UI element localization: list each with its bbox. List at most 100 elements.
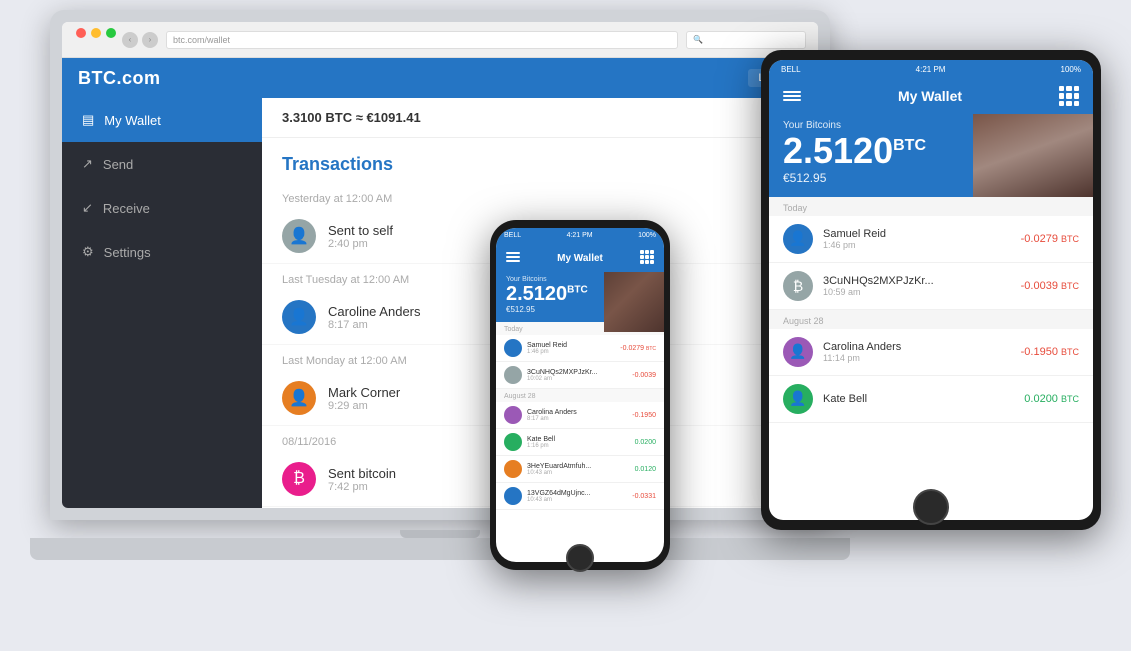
qr-icon[interactable] [640, 250, 654, 264]
tx-avatar-mark: 👤 [282, 381, 316, 415]
wallet-icon: ▤ [82, 112, 94, 128]
tx-avatar-sent-bitcoin: ₿ [282, 462, 316, 496]
settings-icon: ⚙ [82, 244, 94, 260]
tablet-tx-avatar-carolina: 👤 [783, 337, 813, 367]
maximize-button-dot[interactable] [106, 28, 116, 38]
phone-small: BELL 4:21 PM 100% My Wallet [490, 220, 670, 570]
laptop-notch [400, 530, 480, 538]
tablet-tx-amount-address1: -0.0039 BTC [1021, 280, 1079, 292]
tablet-home-button[interactable] [913, 489, 949, 525]
btc-app: BTC.com Logout ▤ My Wallet ↗ Se [62, 58, 818, 508]
tablet-btc-amount: 2.5120BTC [783, 131, 1079, 171]
phone-tx-item-address1[interactable]: 3CuNHQs2MXPJzKr... 10:02 am -0.0039 [496, 362, 664, 389]
transactions-title: Transactions [262, 138, 818, 183]
sidebar-item-settings[interactable]: ⚙ Settings [62, 230, 262, 274]
laptop: ‹ › btc.com/wallet 🔍 BTC.com Logout [50, 10, 830, 560]
tablet-tx-name-kate: Kate Bell [823, 393, 1014, 405]
tablet-tx-time-samuel: 1:46 pm [823, 240, 1011, 250]
phone-tx-amount-kate: 0.0200 [635, 439, 656, 446]
phone-tx-amount-address1: -0.0039 [632, 372, 656, 379]
phone-tx-item-addr2[interactable]: 3HeYEuardAtmfuh... 10:43 am 0.0120 [496, 456, 664, 483]
tx-date-yesterday: Yesterday at 12:00 AM [262, 183, 818, 209]
phone-tx-item-kate[interactable]: Kate Bell 1:16 pm 0.0200 [496, 429, 664, 456]
tablet-time: 4:21 PM [916, 65, 946, 74]
phone-time: 4:21 PM [567, 232, 593, 239]
phone-tx-list: Today Samuel Reid 1:46 pm -0.0279 BTC [496, 322, 664, 510]
tablet-tx-amount-carolina: -0.1950 BTC [1021, 346, 1079, 358]
tablet-tx-name-samuel: Samuel Reid [823, 228, 1011, 240]
tablet-tx-item-carolina[interactable]: 👤 Carolina Anders 11:14 pm -0.1950 BTC [769, 329, 1093, 376]
sidebar-item-receive[interactable]: ↙ Receive [62, 186, 262, 230]
phone-tx-avatar-addr2 [504, 460, 522, 478]
phone-tx-amount-carolina: -0.1950 [632, 412, 656, 419]
close-button-dot[interactable] [76, 28, 86, 38]
btc-logo: BTC.com [78, 68, 161, 89]
back-nav-button[interactable]: ‹ [122, 32, 138, 48]
tablet-tx-avatar-address1: ₿ [783, 271, 813, 301]
phone-home-button[interactable] [566, 544, 594, 572]
hamburger-icon[interactable] [506, 252, 520, 262]
btc-balance-bar: 3.3100 BTC ≈ €1091.41 [262, 98, 818, 138]
phone-tx-amount-addr2: 0.0120 [635, 466, 656, 473]
tablet-balance-section: Your Bitcoins 2.5120BTC €512.95 [769, 114, 1093, 197]
phone-tx-avatar-kate [504, 433, 522, 451]
tablet-qr-icon[interactable] [1059, 86, 1079, 106]
phone-tx-avatar-addr3 [504, 487, 522, 505]
phone-status-bar: BELL 4:21 PM 100% [496, 228, 664, 242]
phone-tx-amount-samuel: -0.0279 BTC [620, 345, 656, 352]
tablet-header-title: My Wallet [898, 88, 962, 104]
tablet-tx-list: Today 👤 Samuel Reid 1:46 pm -0.0279 BTC [769, 197, 1093, 423]
receive-icon: ↙ [82, 200, 93, 216]
btc-content: ▤ My Wallet ↗ Send ↙ Receive [62, 98, 818, 508]
browser-search-bar[interactable]: 🔍 [686, 31, 806, 49]
browser-nav: ‹ › [122, 32, 158, 48]
browser-chrome: ‹ › btc.com/wallet 🔍 [62, 22, 818, 58]
tablet-tx-name-address1: 3CuNHQs2MXPJzKr... [823, 275, 1011, 287]
browser-url-bar[interactable]: btc.com/wallet [166, 31, 678, 49]
tx-avatar-self: 👤 [282, 219, 316, 253]
phone-tx-item-carolina[interactable]: Carolina Anders 8:17 am -0.1950 [496, 402, 664, 429]
phone-header-title: My Wallet [557, 253, 603, 264]
forward-nav-button[interactable]: › [142, 32, 158, 48]
btc-header: BTC.com Logout [62, 58, 818, 98]
phone-header: My Wallet [496, 242, 664, 272]
phone-tx-amount-addr3: -0.0331 [632, 493, 656, 500]
tablet-eur-amount: €512.95 [783, 171, 1079, 185]
tablet-hamburger-icon[interactable] [783, 91, 801, 101]
phone-tx-avatar-carolina [504, 406, 522, 424]
phone-tx-avatar-address1 [504, 366, 522, 384]
phone-tx-date-aug28: August 28 [496, 389, 664, 402]
minimize-button-dot[interactable] [91, 28, 101, 38]
tablet-tx-item-kate[interactable]: 👤 Kate Bell 0.0200 BTC [769, 376, 1093, 423]
tablet-header: My Wallet [769, 78, 1093, 114]
tablet-section-header-aug28: August 28 [769, 310, 1093, 329]
tablet-section-header-today: Today [769, 197, 1093, 216]
phone-frame: BELL 4:21 PM 100% My Wallet [490, 220, 670, 570]
tablet-tx-item-address1[interactable]: ₿ 3CuNHQs2MXPJzKr... 10:59 am -0.0039 BT… [769, 263, 1093, 310]
phone-screen: BELL 4:21 PM 100% My Wallet [496, 228, 664, 562]
phone-tx-item-addr3[interactable]: 13VGZ64dMgUjnc... 10:43 am -0.0331 [496, 483, 664, 510]
phone-btc-unit: BTC [567, 284, 588, 295]
laptop-screen: ‹ › btc.com/wallet 🔍 BTC.com Logout [62, 22, 818, 508]
phone-balance-section: Your Bitcoins 2.5120BTC €512.95 [496, 272, 664, 322]
tablet-carrier: BELL [781, 65, 801, 74]
send-icon: ↗ [82, 156, 93, 172]
laptop-base [30, 538, 850, 560]
tablet-tx-avatar-samuel: 👤 [783, 224, 813, 254]
tablet-btc-unit: BTC [893, 137, 926, 154]
phone-tx-item-samuel[interactable]: Samuel Reid 1:46 pm -0.0279 BTC [496, 335, 664, 362]
tablet-tx-time-address1: 10:59 am [823, 287, 1011, 297]
tablet-tx-item-samuel[interactable]: 👤 Samuel Reid 1:46 pm -0.0279 BTC [769, 216, 1093, 263]
phone-carrier: BELL [504, 232, 521, 239]
sidebar-item-send[interactable]: ↗ Send [62, 142, 262, 186]
sidebar-item-wallet[interactable]: ▤ My Wallet [62, 98, 262, 142]
btc-sidebar: ▤ My Wallet ↗ Send ↙ Receive [62, 98, 262, 508]
laptop-body: ‹ › btc.com/wallet 🔍 BTC.com Logout [50, 10, 830, 520]
tablet-screen: BELL 4:21 PM 100% My Wallet [769, 60, 1093, 520]
tablet: BELL 4:21 PM 100% My Wallet [761, 50, 1101, 530]
tablet-tx-time-carolina: 11:14 pm [823, 353, 1011, 363]
tablet-battery: 100% [1061, 65, 1081, 74]
tablet-tx-name-carolina: Carolina Anders [823, 341, 1011, 353]
phone-cover-image [604, 272, 664, 332]
phone-battery: 100% [638, 232, 656, 239]
